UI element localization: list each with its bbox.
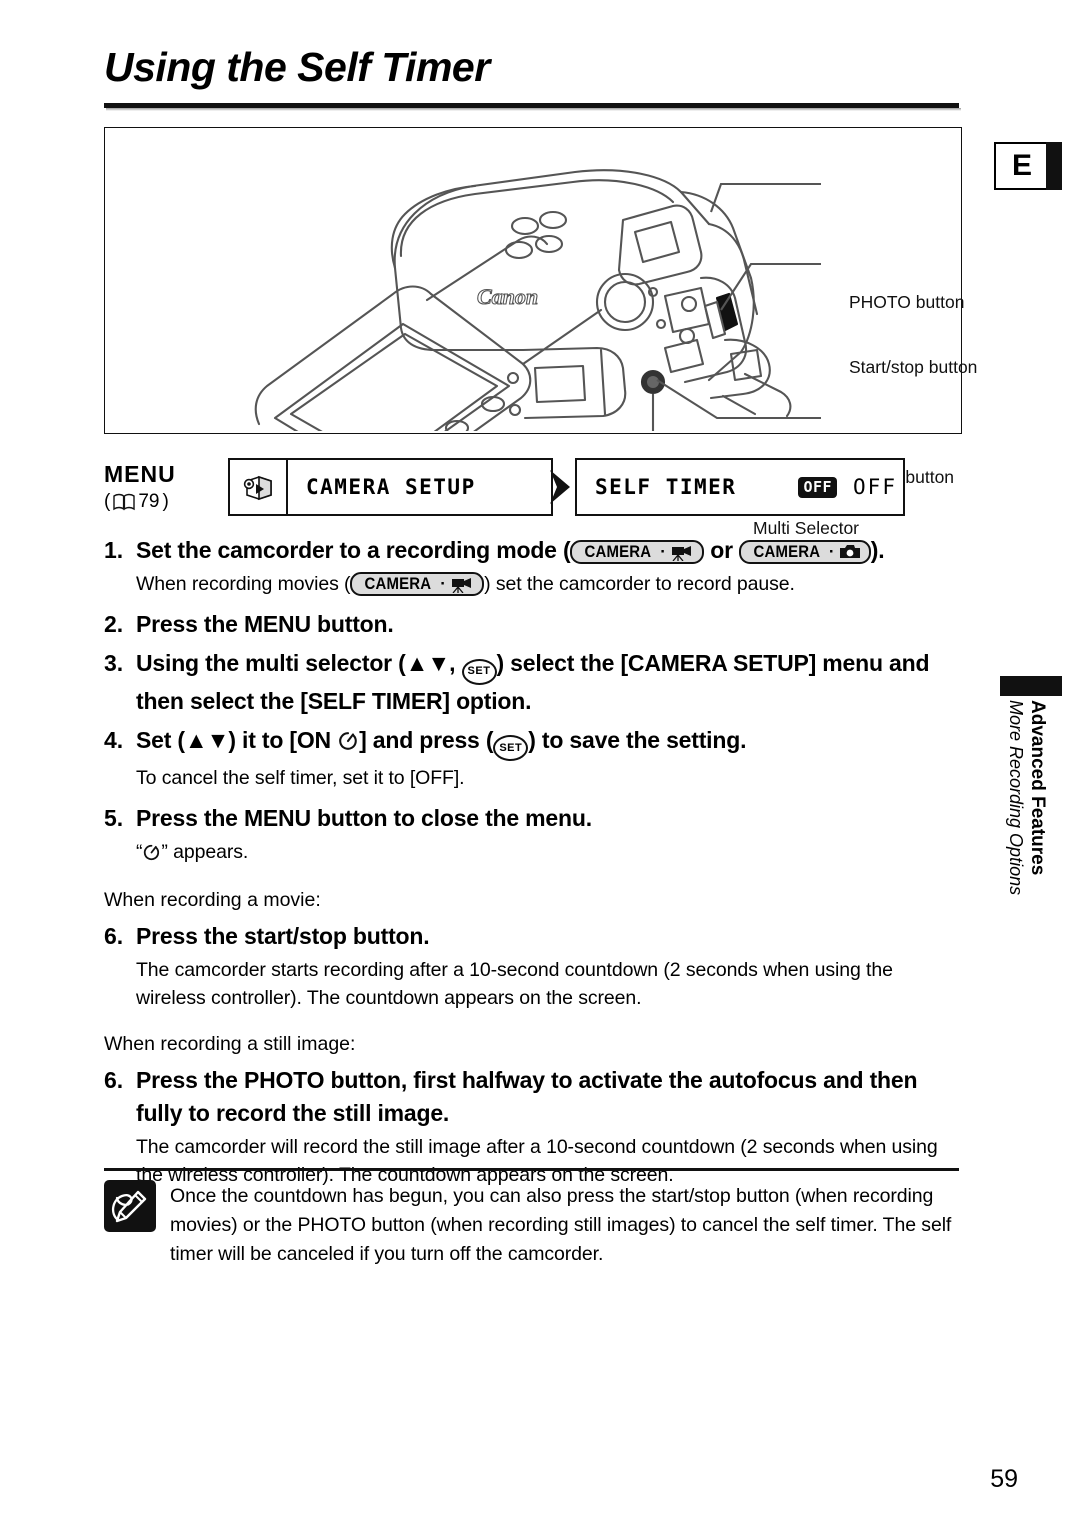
- camera-movie-badge: CAMERA ·: [570, 540, 705, 564]
- title-divider: [104, 103, 961, 111]
- book-icon: [113, 493, 136, 511]
- step-3: 3. Using the multi selector (▲▼, SET) se…: [104, 647, 964, 718]
- step-1-text-mid: or: [704, 537, 740, 563]
- step-3-heading: Using the multi selector (▲▼, SET) selec…: [136, 647, 964, 718]
- note-divider: [104, 1168, 959, 1171]
- step-1-sub-pre: When recording movies (: [136, 573, 351, 595]
- menu-page-reference: ( 79 ): [104, 491, 169, 513]
- step-4-text-mid: ) it to [ON: [228, 726, 338, 753]
- step-1-number: 1.: [104, 537, 124, 563]
- menu-box-self-timer[interactable]: SELF TIMER OFF OFF: [575, 458, 905, 516]
- leader-photo: [710, 182, 821, 213]
- camera-still-badge-label: CAMERA: [753, 542, 821, 561]
- step-1-subtext: When recording movies ( CAMERA · ) set the …: [136, 570, 964, 598]
- callout-photo-button: PHOTO button: [849, 292, 965, 312]
- paren-open: (: [104, 491, 111, 512]
- step-4-number: 4.: [104, 726, 124, 753]
- camera-still-badge: CAMERA ·: [739, 540, 871, 564]
- badge-dot: ·: [660, 542, 667, 561]
- step-1-sub-post: ) set the camcorder to record pause.: [484, 573, 795, 595]
- step-3-number: 3.: [104, 650, 124, 676]
- step-1-text-pre: Set the camcorder to a recording mode (: [136, 537, 571, 563]
- step-4-subtext: To cancel the self timer, set it to [OFF…: [136, 767, 465, 789]
- menu-box-camera-setup[interactable]: CAMERA SETUP: [228, 458, 553, 516]
- movie-camera-icon: [672, 545, 692, 561]
- self-timer-icon: [339, 731, 357, 750]
- self-timer-off-badge: OFF: [798, 476, 838, 498]
- step-4-heading: Set (▲▼) it to [ON ] and press (SET) to …: [136, 724, 964, 761]
- step-6-movie-heading: Press the start/stop button.: [136, 923, 430, 949]
- page-number: 59: [990, 1465, 1018, 1493]
- step-6-movie-number: 6.: [104, 923, 124, 949]
- quote-close-appears: ” appears.: [161, 841, 249, 863]
- set-button-icon: SET: [461, 658, 497, 685]
- side-tab-bar: [1000, 676, 1062, 696]
- paren-close: ): [162, 491, 169, 512]
- note-pencil-icon: [104, 1180, 156, 1232]
- camcorder-illustration: Canon: [254, 169, 821, 431]
- manual-page: Using the Self Timer E Canon PHOTO butto…: [0, 0, 1080, 1534]
- up-down-triangles-icon-2: ▲▼: [184, 726, 230, 753]
- badge-dot-2: ·: [828, 542, 835, 561]
- edition-tab-bar: [1046, 142, 1062, 190]
- steps-list: 1. Set the camcorder to a recording mode…: [104, 534, 964, 1189]
- step-1-text-post: ).: [870, 537, 885, 563]
- edition-tab: E: [994, 142, 1050, 190]
- leader-menu: [656, 379, 821, 420]
- page-title: Using the Self Timer: [104, 44, 490, 90]
- movie-camera-icon-2: [452, 577, 472, 593]
- menu-page-number: 79: [138, 491, 160, 512]
- camcorder-figure: Canon PHOTO button Start/stop button MEN…: [104, 127, 977, 538]
- callout-start-stop-button: Start/stop button: [849, 357, 978, 377]
- step-5-number: 5.: [104, 805, 124, 831]
- camera-movie-badge-inline: CAMERA ·: [350, 572, 485, 596]
- still-camera-icon: [839, 545, 860, 558]
- step-3-text-pre: Using the multi selector (: [136, 650, 406, 676]
- step-5-subtext: “” appears.: [136, 838, 964, 866]
- still-section-intro: When recording a still image:: [104, 1033, 356, 1055]
- step-3-text-mid: ,: [449, 650, 462, 676]
- self-timer-icon-3: [144, 844, 160, 861]
- side-tab: Advanced Features More Recording Options: [1004, 700, 1058, 960]
- up-down-triangles-icon: ▲▼: [405, 650, 451, 676]
- camcorder-icon: [243, 475, 272, 501]
- step-4-text-mid2: ] and press (: [359, 726, 494, 753]
- step-5-heading: Press the MENU button to close the menu.: [136, 805, 592, 831]
- set-button-icon-2: SET: [493, 735, 529, 761]
- note-text: Once the countdown has begun, you can al…: [170, 1185, 952, 1265]
- brand-wordmark: Canon: [477, 284, 538, 309]
- step-1-heading: Set the camcorder to a recording mode (C…: [136, 534, 964, 567]
- step-6-still-heading: Press the PHOTO button, first halfway to…: [136, 1067, 918, 1126]
- camera-movie-badge-label: CAMERA: [584, 542, 652, 561]
- step-2-number: 2.: [104, 611, 124, 637]
- step-4-text-post: ) to save the setting.: [528, 726, 747, 753]
- arrow-right-icon: [550, 470, 570, 504]
- step-5: 5. Press the MENU button to close the me…: [104, 802, 964, 866]
- step-2-heading: Press the MENU button.: [136, 611, 394, 637]
- menu-label: MENU: [104, 461, 176, 487]
- camera-movie-badge-label-2: CAMERA: [365, 574, 432, 593]
- camcorder-icon-cell: [230, 460, 288, 514]
- menu-item-camera-setup: CAMERA SETUP: [306, 475, 476, 499]
- step-1: 1. Set the camcorder to a recording mode…: [104, 534, 964, 598]
- step-4: 4. Set (▲▼) it to [ON ] and press (SET) …: [104, 724, 964, 793]
- self-timer-value: OFF: [853, 475, 897, 499]
- menu-item-self-timer: SELF TIMER: [595, 475, 737, 499]
- badge-dot-3: ·: [440, 574, 447, 593]
- step-6-movie-subtext: The camcorder starts recording after a 1…: [136, 959, 893, 1009]
- step-6-movie: 6. Press the start/stop button. The camc…: [104, 920, 964, 1012]
- note-block: Once the countdown has begun, you can al…: [104, 1180, 964, 1269]
- side-tab-sub-label: More Recording Options: [1006, 700, 1026, 896]
- movie-section-intro: When recording a movie:: [104, 889, 321, 911]
- step-4-text-pre: Set (: [136, 726, 185, 753]
- step-2: 2. Press the MENU button.: [104, 608, 964, 641]
- side-tab-main-label: Advanced Features: [1027, 700, 1048, 876]
